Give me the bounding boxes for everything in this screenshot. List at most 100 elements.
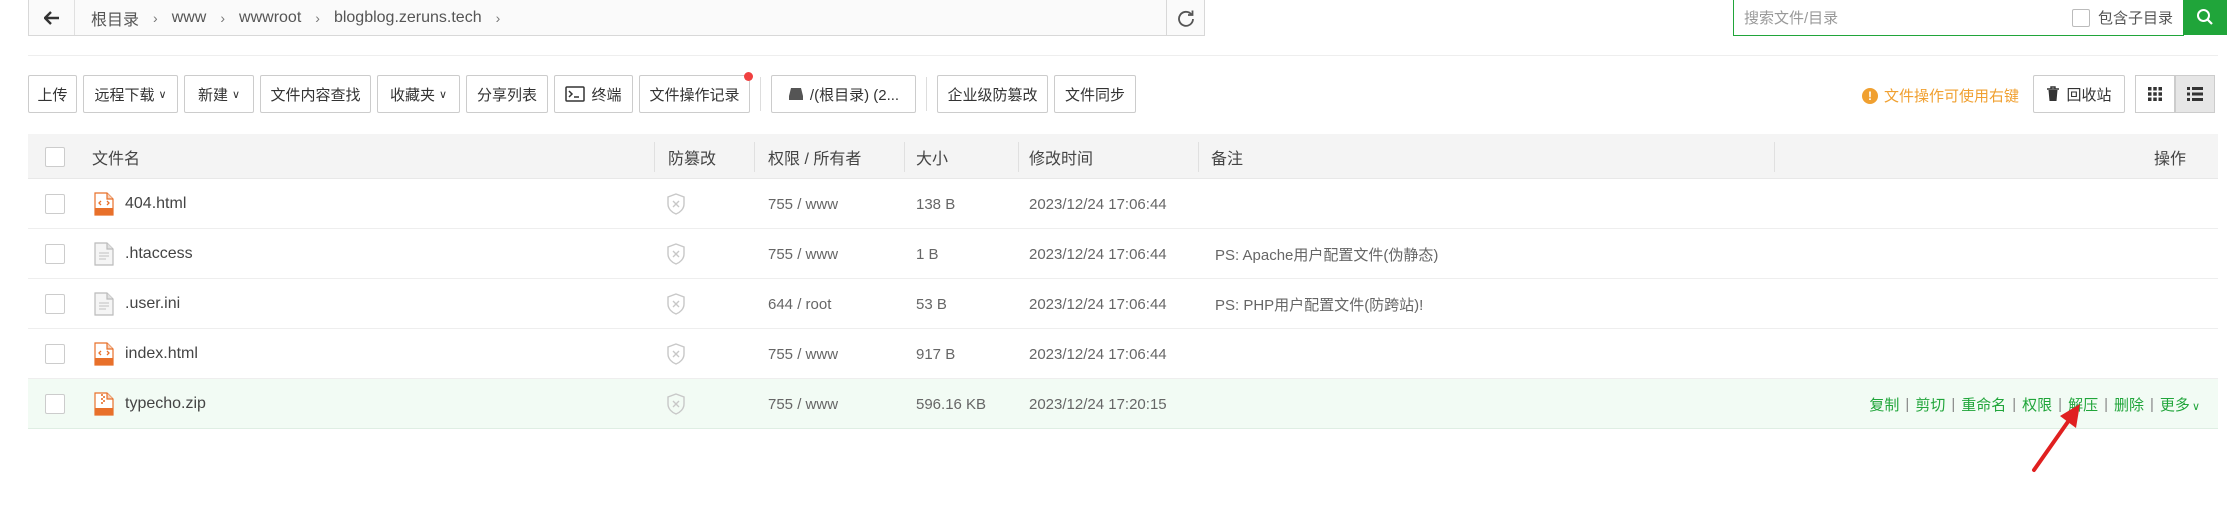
checkbox[interactable] — [45, 146, 65, 167]
tamper-proof-button[interactable]: 企业级防篡改 — [937, 75, 1048, 113]
row-checkbox[interactable] — [45, 279, 65, 329]
file-name[interactable]: index.html — [125, 329, 198, 379]
shield-icon[interactable] — [666, 229, 686, 279]
file-mtime: 2023/12/24 17:06:44 — [1029, 195, 1167, 213]
file-perm[interactable]: 755 / www — [768, 229, 838, 279]
terminal-button[interactable]: 终端 — [554, 75, 633, 113]
favorites-button[interactable]: 收藏夹 ∨ — [377, 75, 460, 113]
html-file-icon — [94, 179, 114, 229]
cut-link[interactable]: 剪切 — [1915, 394, 1945, 415]
file-mtime: 2023/12/24 17:06:44 — [1029, 245, 1167, 263]
table-row[interactable]: .htaccess 755 / www 1 B 2023/12/24 17:06… — [28, 229, 2218, 279]
copy-link[interactable]: 复制 — [1869, 394, 1899, 415]
trash-icon — [2047, 86, 2060, 101]
more-link[interactable]: 更多 ∨ — [2160, 394, 2200, 415]
checkbox[interactable] — [45, 294, 65, 314]
new-button[interactable]: 新建 ∨ — [184, 75, 254, 113]
divider — [1774, 142, 1775, 172]
divider — [904, 142, 905, 172]
op-log-button[interactable]: 文件操作记录 — [639, 72, 753, 113]
table-row[interactable]: typecho.zip 755 / www 596.16 KB 2023/12/… — [28, 379, 2218, 429]
grid-view-button[interactable] — [2135, 75, 2175, 113]
file-name[interactable]: .htaccess — [125, 229, 193, 279]
file-note[interactable]: PS: Apache用户配置文件(伪静态) — [1215, 229, 1438, 279]
file-sync-button[interactable]: 文件同步 — [1054, 75, 1136, 113]
chevron-down-icon: ∨ — [158, 88, 167, 101]
view-switcher — [2135, 75, 2215, 113]
divider: | — [1905, 395, 1910, 413]
crumb-root[interactable]: 根目录 — [83, 6, 147, 30]
file-perm[interactable]: 755 / www — [768, 179, 838, 229]
chevron-right-icon: › — [495, 9, 501, 26]
col-name[interactable]: 文件名 — [92, 134, 140, 179]
refresh-button[interactable] — [1166, 0, 1204, 35]
checkbox[interactable] — [45, 194, 65, 214]
col-perm[interactable]: 权限 / 所有者 — [768, 134, 861, 179]
file-size: 917 B — [916, 345, 956, 363]
share-list-button[interactable]: 分享列表 — [466, 75, 548, 113]
text-file-icon — [94, 229, 114, 279]
file-name[interactable]: typecho.zip — [125, 379, 206, 429]
row-checkbox[interactable] — [45, 329, 65, 379]
chevron-right-icon: › — [153, 9, 158, 26]
new-label: 新建 — [197, 86, 228, 104]
upload-button[interactable]: 上传 — [28, 75, 77, 113]
warning-icon: ! — [1862, 87, 1878, 104]
remote-download-button[interactable]: 远程下载 ∨ — [83, 75, 178, 113]
favorites-label: 收藏夹 — [389, 86, 435, 104]
divider — [754, 142, 755, 172]
row-checkbox[interactable] — [45, 379, 65, 429]
search-button[interactable] — [2183, 0, 2227, 35]
crumb-wwwroot[interactable]: wwwroot — [231, 9, 309, 27]
file-perm[interactable]: 755 / www — [768, 329, 838, 379]
row-checkbox[interactable] — [45, 229, 65, 279]
table-row[interactable]: index.html 755 / www 917 B 2023/12/24 17… — [28, 329, 2218, 379]
disk-icon — [788, 88, 803, 100]
col-mtime[interactable]: 修改时间 — [1029, 134, 1093, 179]
file-perm[interactable]: 755 / www — [768, 379, 838, 429]
path-bar: 根目录 › www › wwwroot › blogblog.zeruns.te… — [28, 0, 1205, 36]
file-name[interactable]: .user.ini — [125, 279, 180, 329]
row-checkbox[interactable] — [45, 179, 65, 229]
checkbox[interactable] — [45, 244, 65, 264]
notification-dot — [744, 72, 753, 81]
grid-icon — [2148, 87, 2162, 101]
shield-icon[interactable] — [666, 379, 686, 429]
shield-icon[interactable] — [666, 329, 686, 379]
select-all-checkbox[interactable] — [45, 134, 65, 179]
checkbox[interactable] — [45, 394, 65, 414]
file-table: 文件名 防篡改 权限 / 所有者 大小 修改时间 备注 操作 404.html … — [28, 134, 2218, 429]
tamper-proof-label: 企业级防篡改 — [947, 86, 1038, 104]
chevron-down-icon: ∨ — [2191, 400, 2200, 413]
recycle-bin-button[interactable]: 回收站 — [2033, 75, 2125, 113]
checkbox[interactable] — [2071, 8, 2090, 27]
crumb-www[interactable]: www — [164, 9, 215, 27]
toolbar: 上传 远程下载 ∨ 新建 ∨ 文件内容查找 收藏夹 ∨ 分享列表 终端 文件操作记录 … — [28, 72, 1142, 113]
file-name[interactable]: 404.html — [125, 179, 186, 229]
col-size[interactable]: 大小 — [916, 134, 948, 179]
arrow-left-icon — [43, 10, 59, 25]
delete-link[interactable]: 删除 — [2114, 394, 2144, 415]
search-input[interactable]: 搜索文件/目录 — [1734, 7, 2072, 28]
checkbox[interactable] — [45, 344, 65, 364]
file-mtime: 2023/12/24 17:06:44 — [1029, 345, 1167, 363]
include-subdir-checkbox[interactable]: 包含子目录 — [2071, 7, 2183, 28]
rename-link[interactable]: 重命名 — [1961, 394, 2006, 415]
file-size: 53 B — [916, 295, 947, 313]
crumb-site[interactable]: blogblog.zeruns.tech — [326, 9, 490, 27]
shield-icon[interactable] — [666, 279, 686, 329]
html-file-icon — [94, 329, 114, 379]
back-button[interactable] — [29, 0, 75, 35]
search-box: 搜索文件/目录 包含子目录 — [1733, 0, 2227, 36]
disk-button[interactable]: /(根目录) (2... — [771, 75, 916, 113]
upload-label: 上传 — [37, 86, 68, 104]
file-perm[interactable]: 644 / root — [768, 279, 831, 329]
list-view-button[interactable] — [2175, 75, 2215, 113]
breadcrumb: 根目录 › www › wwwroot › blogblog.zeruns.te… — [75, 6, 1166, 30]
divider — [1018, 142, 1019, 172]
table-row[interactable]: 404.html 755 / www 138 B 2023/12/24 17:0… — [28, 179, 2218, 229]
table-row[interactable]: .user.ini 644 / root 53 B 2023/12/24 17:… — [28, 279, 2218, 329]
shield-icon[interactable] — [666, 179, 686, 229]
file-note[interactable]: PS: PHP用户配置文件(防跨站)! — [1215, 279, 1423, 329]
content-search-button[interactable]: 文件内容查找 — [260, 75, 371, 113]
